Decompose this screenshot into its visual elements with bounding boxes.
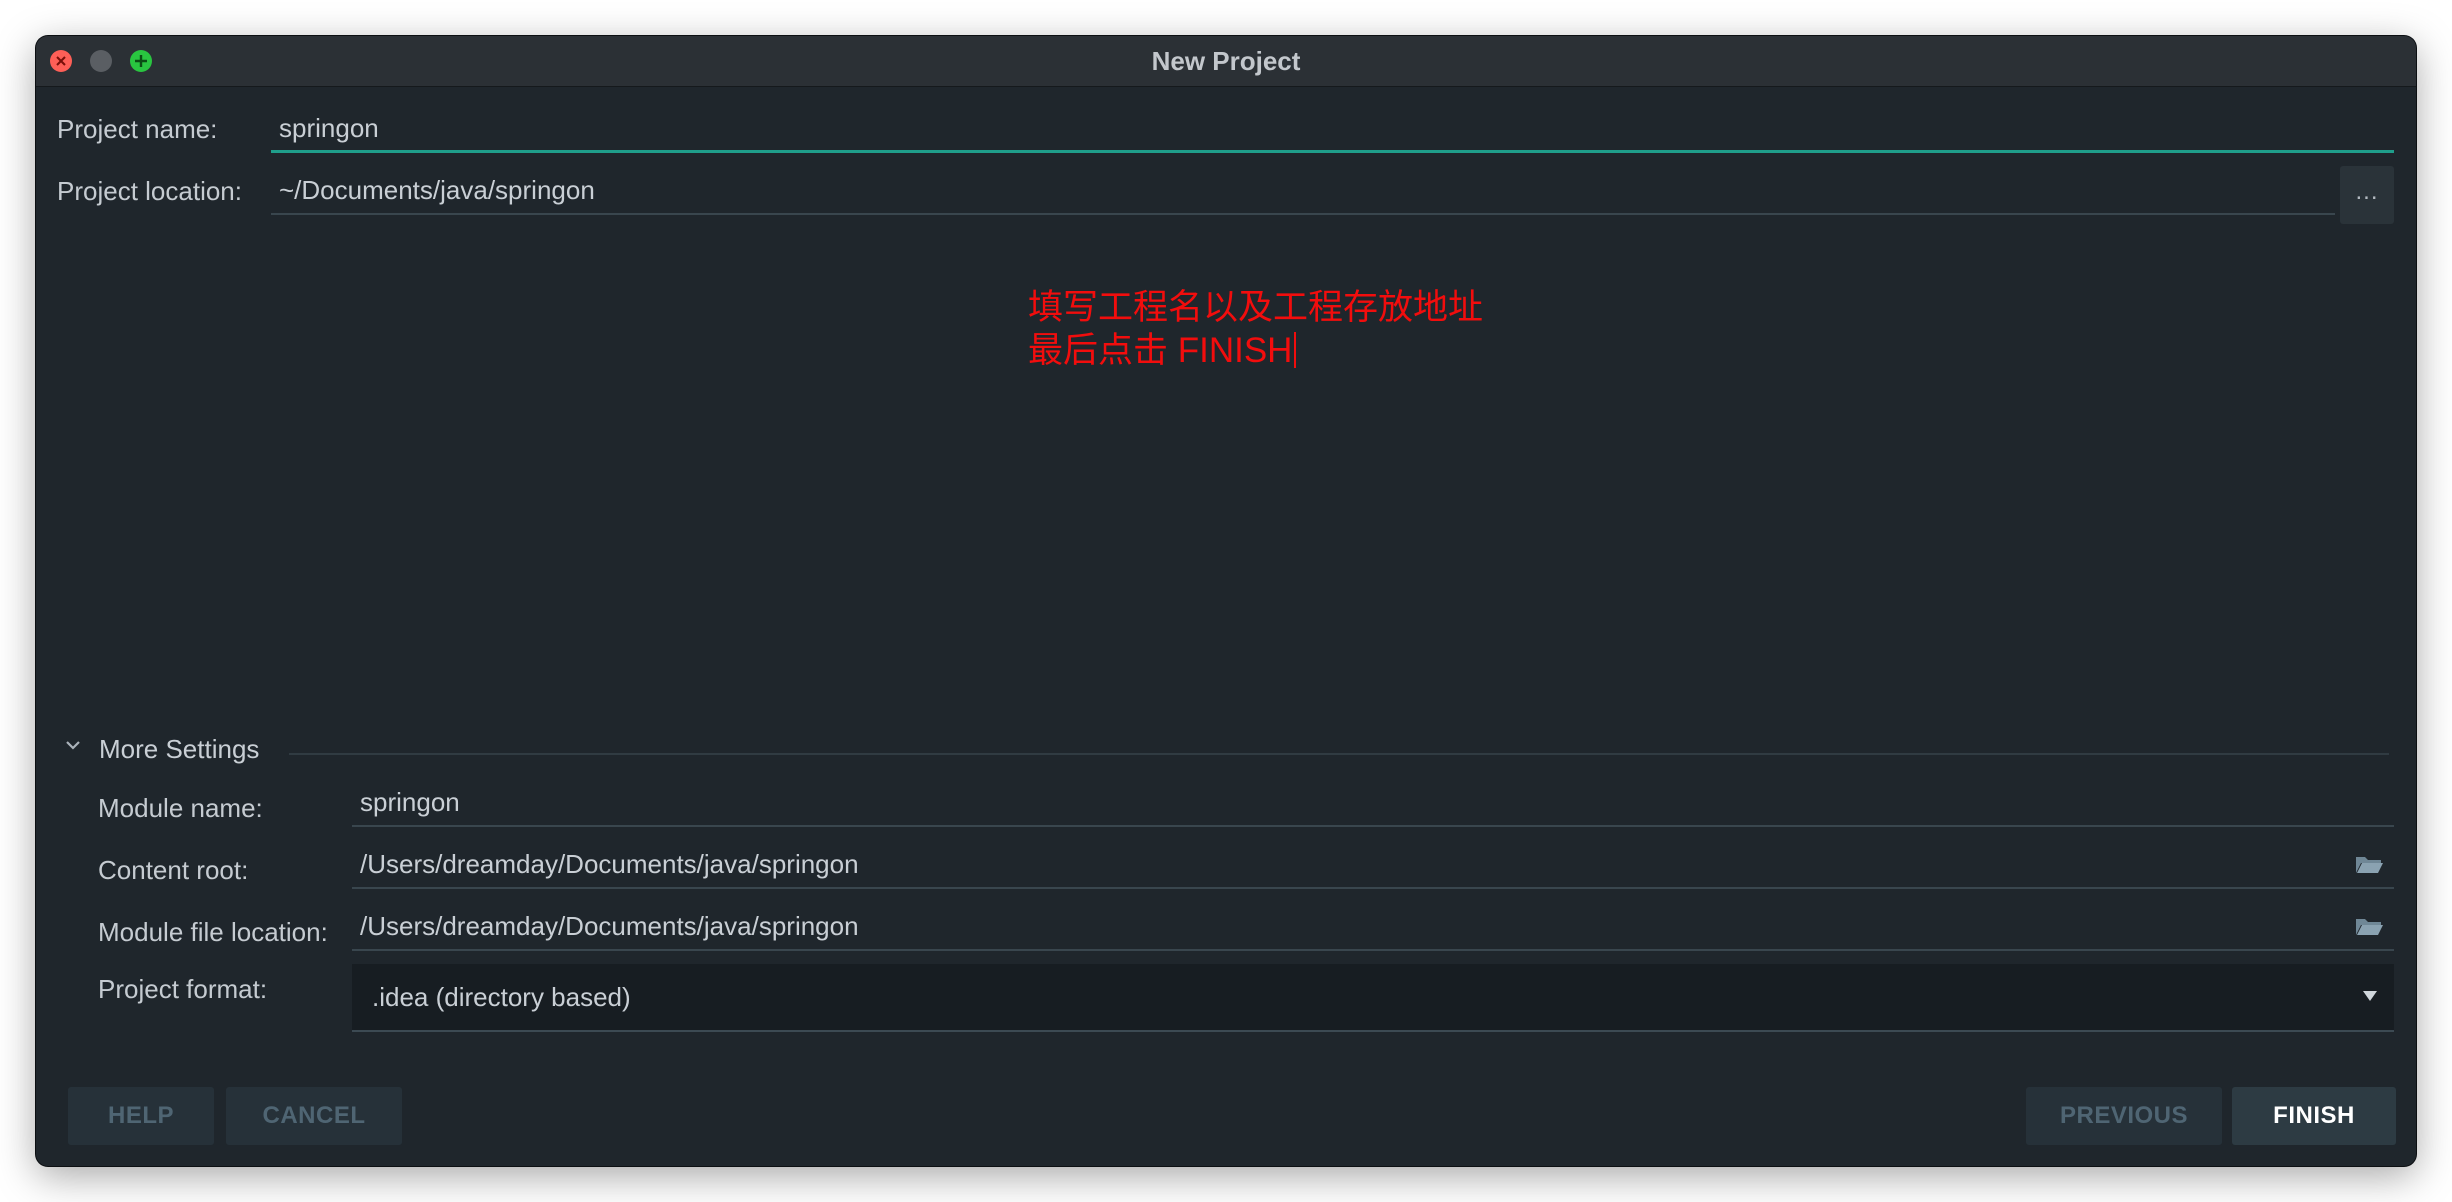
project-name-input[interactable]: springon [271,106,2394,153]
module-file-location-input[interactable]: /Users/dreamday/Documents/java/springon [352,904,2394,951]
project-format-label: Project format: [98,974,268,1004]
more-settings-toggle[interactable]: More Settings [99,734,259,765]
annotation-line-1: 填写工程名以及工程存放地址 [1028,288,1484,327]
browse-location-button[interactable]: ... [2340,166,2394,224]
annotation-line-2-text: 最后点击 FINISH [1028,331,1293,370]
dropdown-arrow-icon [2363,991,2377,1001]
annotation-note: 填写工程名以及工程存放地址 最后点击 FINISH [1028,286,1483,372]
project-location-input[interactable]: ~/Documents/java/springon [271,168,2335,215]
content-root-input[interactable]: /Users/dreamday/Documents/java/springon [352,842,2394,889]
chevron-down-icon[interactable] [64,736,82,754]
folder-icon[interactable] [2354,914,2384,938]
project-format-value: .idea (directory based) [372,982,631,1012]
window-title: New Project [1151,46,1301,76]
module-file-location-label: Module file location: [98,917,328,947]
project-name-label: Project name: [57,114,218,144]
module-name-label: Module name: [98,793,263,823]
cancel-button[interactable]: CANCEL [226,1087,402,1145]
content-root-label: Content root: [98,855,249,885]
project-location-label: Project location: [57,176,242,206]
annotation-line-2: 最后点击 FINISH [1028,329,1483,372]
title-bar[interactable]: New Project [36,36,2416,87]
project-format-select[interactable]: .idea (directory based) [352,964,2394,1032]
previous-button[interactable]: PREVIOUS [2026,1087,2222,1145]
help-button[interactable]: HELP [68,1087,214,1145]
section-divider [289,753,2389,755]
text-caret [1294,332,1297,368]
new-project-dialog: New Project Project name: springon Proje… [36,36,2416,1166]
module-name-input[interactable]: springon [352,780,2394,827]
finish-button[interactable]: FINISH [2232,1087,2396,1145]
folder-icon[interactable] [2354,852,2384,876]
